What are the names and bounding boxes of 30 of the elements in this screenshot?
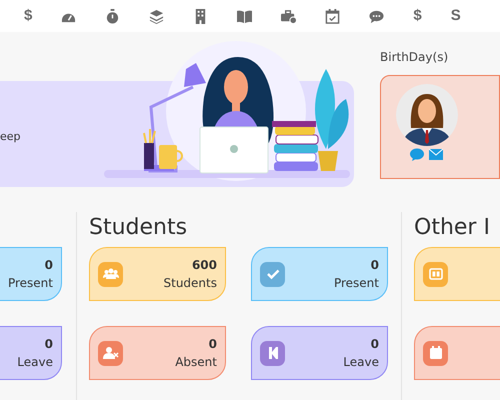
- stat-label: Leave: [17, 355, 53, 369]
- stat-value: 0: [44, 258, 53, 272]
- check-icon: [260, 262, 285, 286]
- dollar-link[interactable]: S: [450, 7, 461, 25]
- dollar-link[interactable]: $: [24, 7, 32, 25]
- stat-label: Absent: [175, 355, 217, 369]
- stat-value: 0: [208, 337, 217, 351]
- calendar-check-icon[interactable]: [325, 7, 340, 25]
- columns-icon: [423, 262, 448, 286]
- avatar-silhouette: [396, 84, 458, 146]
- calendar-icon: [423, 340, 448, 366]
- section-title: Students: [89, 214, 188, 242]
- briefcase-icon[interactable]: [281, 7, 296, 25]
- stopwatch-icon[interactable]: [105, 7, 120, 25]
- dollar-link[interactable]: $: [413, 7, 422, 25]
- stat-value: 0: [370, 258, 379, 272]
- stat-value: 600: [192, 258, 217, 272]
- user-remove-icon: [98, 340, 123, 366]
- stat-label: Present: [8, 276, 53, 290]
- group-icon: [98, 262, 123, 286]
- birthdays-title: BirthDay(s): [380, 49, 450, 65]
- layers-icon[interactable]: [149, 7, 164, 25]
- stat-label: Leave: [343, 355, 379, 369]
- banner-text: eep: [0, 130, 21, 142]
- stat-label: Students: [164, 276, 217, 290]
- stat-label: Present: [334, 276, 379, 290]
- stat-value: 0: [44, 337, 53, 351]
- stat-value: 0: [370, 337, 379, 351]
- section-title: Other I: [414, 214, 491, 242]
- mail-icon[interactable]: [429, 149, 443, 160]
